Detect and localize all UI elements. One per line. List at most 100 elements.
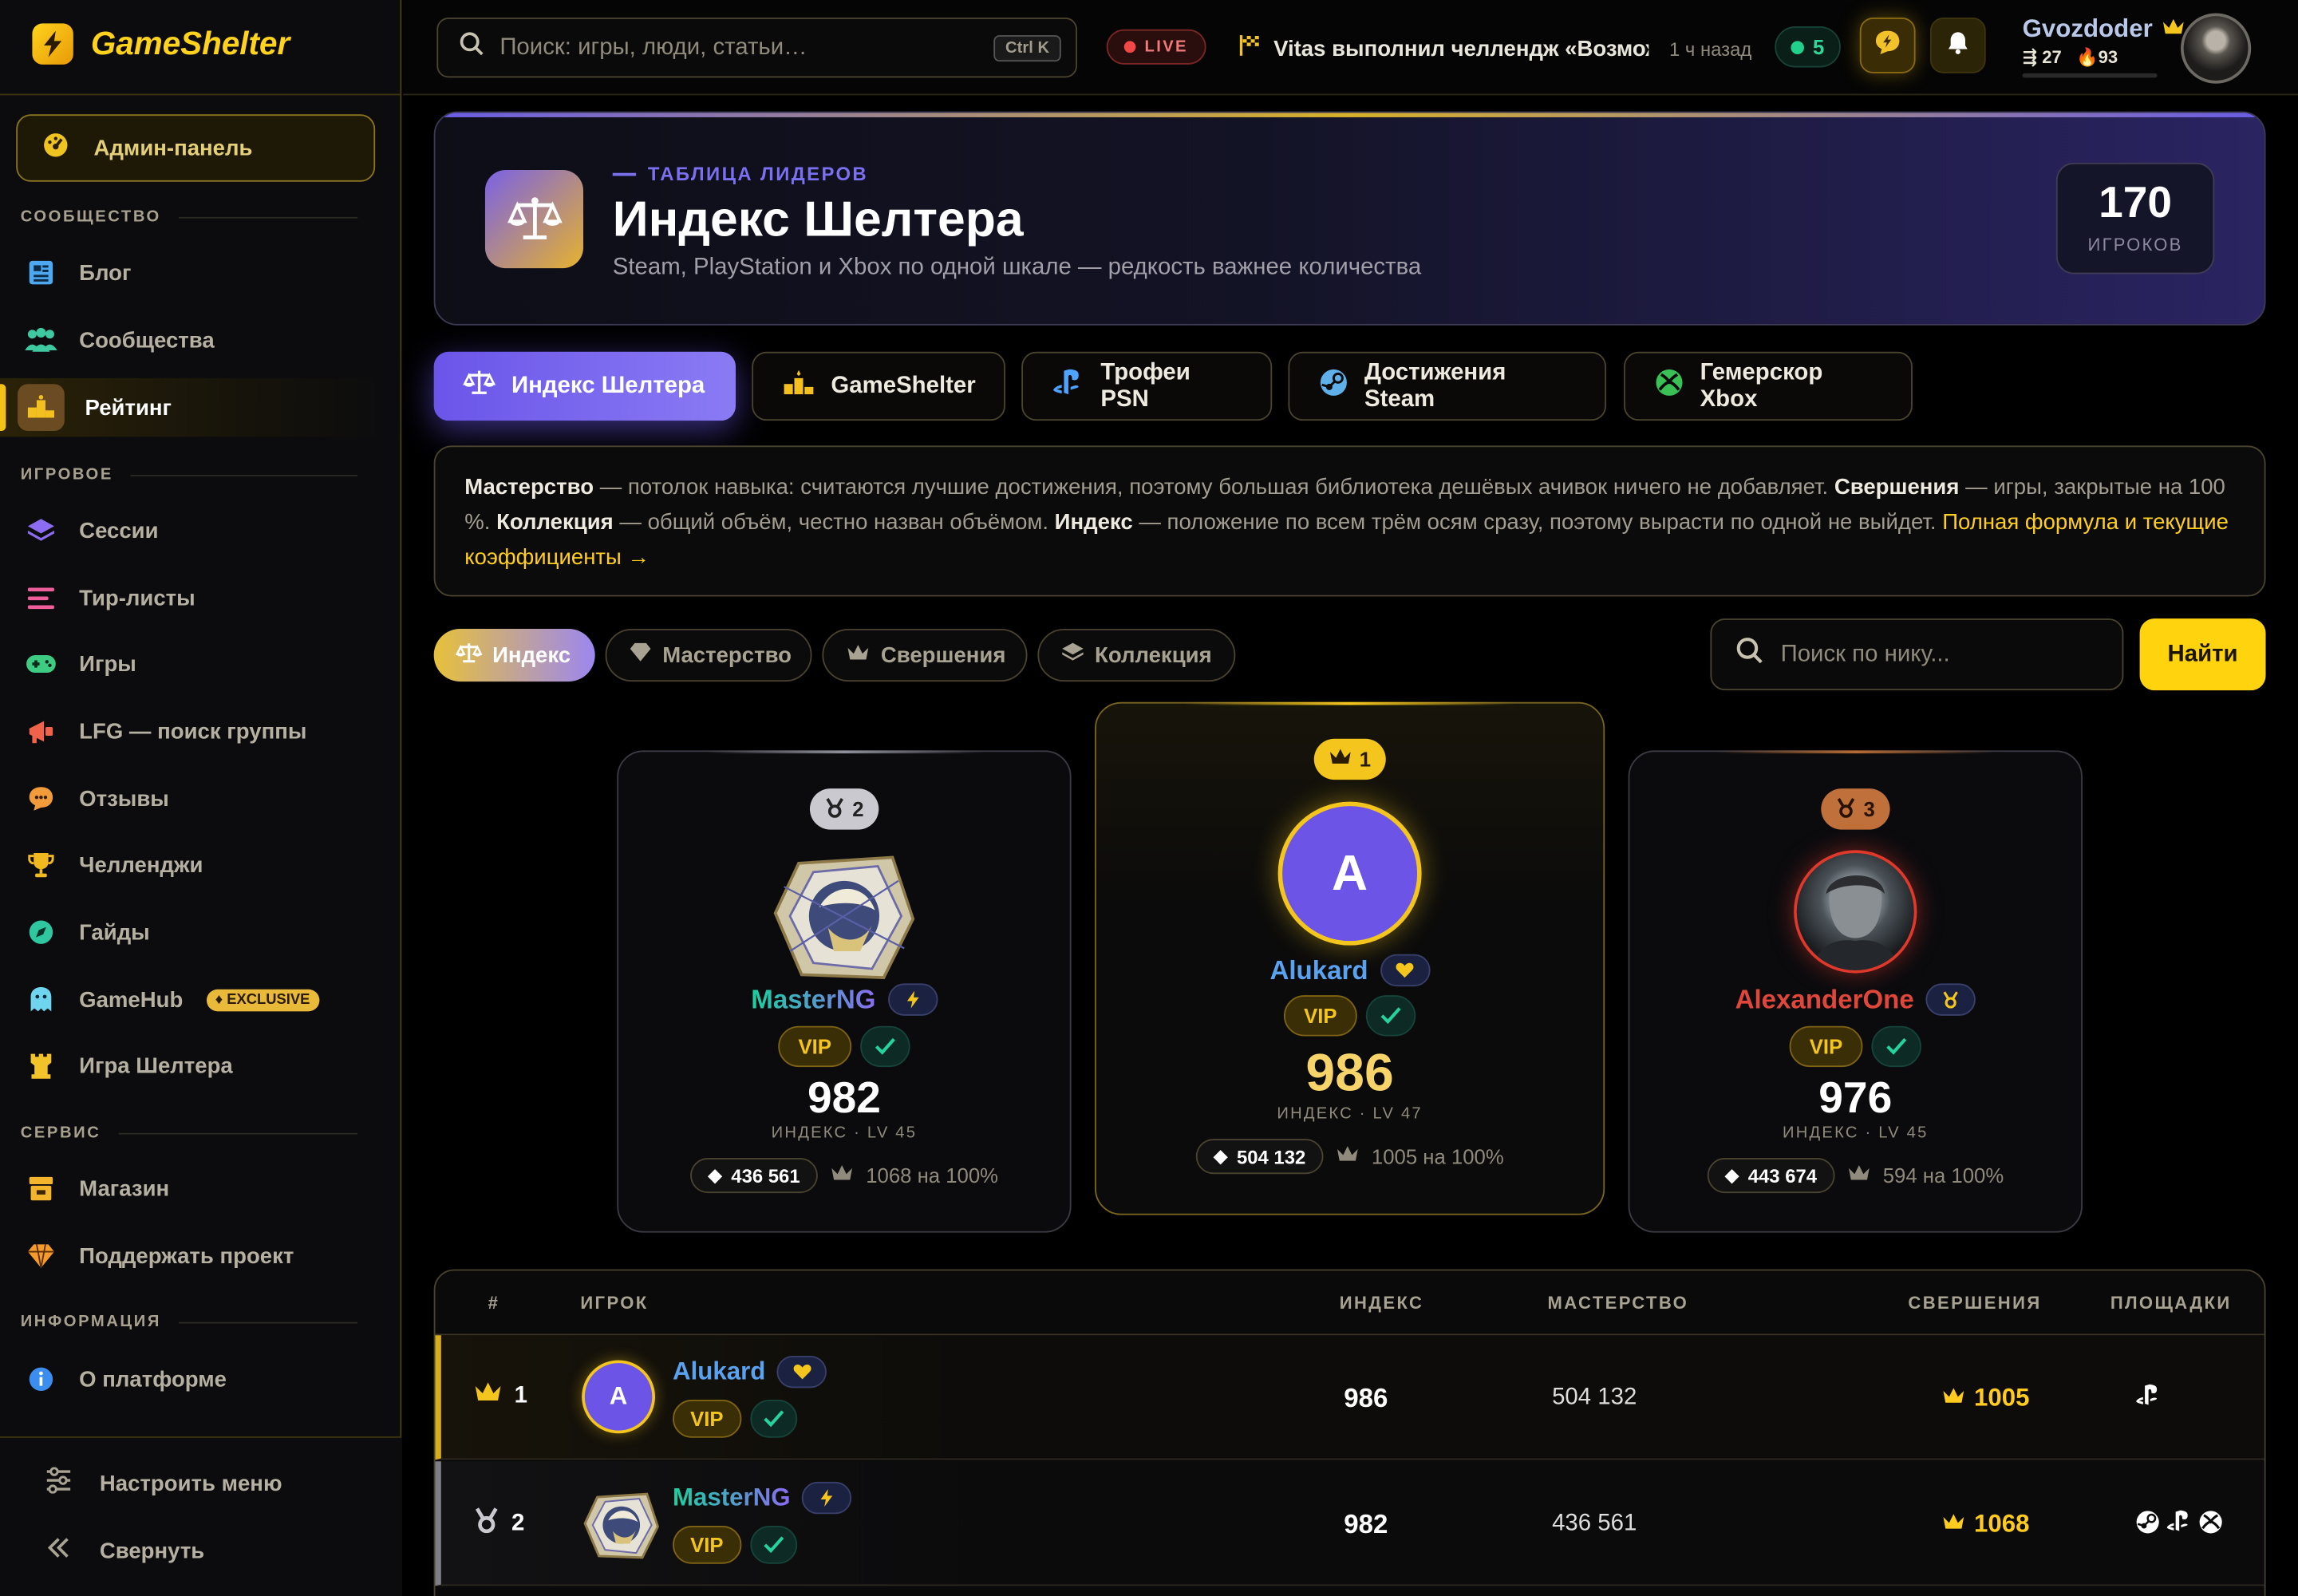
level-progress-bar [2022,73,2158,78]
sidebar-item-shelter-game[interactable]: Игра Шелтера [0,1037,384,1095]
online-count[interactable]: 5 [1775,26,1841,68]
player-name[interactable]: MasterNG [618,983,1070,1016]
sidebar-item-sessions[interactable]: Сессии [0,501,384,559]
sidebar-item-communities[interactable]: Сообщества [0,310,384,369]
admin-label: Админ-панель [93,135,253,161]
customize-menu-button[interactable]: Настроить меню [44,1467,282,1499]
global-search-input[interactable] [499,34,969,61]
sidebar-item-label: Блог [79,260,132,286]
quick-action-button[interactable] [1859,18,1916,73]
tab-shelter-index[interactable]: Индекс Шелтера [433,351,736,421]
completed-stat: 1068 на 100% [866,1163,999,1187]
nick-search-input[interactable] [1780,641,2103,668]
sidebar-item-rating[interactable]: Рейтинг [0,377,385,437]
hero-kicker: ТАБЛИЦА ЛИДЕРОВ [613,163,868,185]
col-completed[interactable]: СВЕРШЕНИЯ [1908,1293,2041,1314]
logo[interactable]: GameShelter [32,23,290,65]
ticker-time: 1 ч назад [1669,38,1752,61]
medal-icon [824,796,845,821]
gauge-icon [41,130,70,165]
ghost-icon [23,982,58,1017]
customize-label: Настроить меню [99,1471,282,1496]
notifications-button[interactable] [1929,18,1986,73]
sidebar-item-guides[interactable]: Гайды [0,903,384,961]
leaderboard-table: # ИГРОК ИНДЕКС МАСТЕРСТВО СВЕРШЕНИЯ ПЛОЩ… [433,1269,2266,1596]
sidebar-item-blog[interactable]: Блог [0,243,384,302]
table-row[interactable]: 2 MasterNG VIP 982 436 561 1068 [435,1461,2264,1586]
layers-icon [23,513,58,548]
index-score: 976 [1818,1074,1893,1123]
sidebar-item-label: Магазин [79,1175,170,1202]
index-label: ИНДЕКС · LV 45 [1783,1124,1929,1142]
mastery-value: 436 561 [1552,1511,1637,1536]
player-name[interactable]: MasterNG [673,1481,852,1515]
table-header: # ИГРОК ИНДЕКС МАСТЕРСТВО СВЕРШЕНИЯ ПЛОЩ… [435,1270,2264,1336]
xbox-icon [2198,1510,2223,1542]
activity-ticker[interactable]: Vitas выполнил челлендж «Возможности» 1 … [1238,34,1825,65]
tab-steam-achievements[interactable]: Достижения Steam [1288,351,1607,421]
page-title: Индекс Шелтера [612,192,1024,248]
newspaper-icon [23,255,58,290]
sidebar-item-lfg[interactable]: LFG — поиск группы [0,702,384,760]
lightning-icon [32,23,73,65]
verified-icon [860,1025,911,1068]
shop-icon [23,1171,58,1207]
section-gaming: ИГРОВОЕ [21,466,357,484]
sidebar-item-challenges[interactable]: Челленджи [0,836,384,894]
section-info: ИНФОРМАЦИЯ [21,1314,357,1331]
podium-icon [783,369,815,403]
tab-gameshelter[interactable]: GameShelter [752,351,1005,421]
player-name[interactable]: Alukard [1096,954,1603,987]
tab-xbox-gamerscore[interactable]: Гемерскор Xbox [1624,351,1913,421]
player-name[interactable]: AlexanderOne [1629,983,2081,1016]
vip-badge: VIP [1283,995,1358,1037]
medal-icon [1836,796,1857,821]
medal-icon [473,1507,499,1540]
steam-icon [1319,368,1348,405]
user-avatar[interactable] [2181,13,2252,84]
steam-icon [2135,1510,2160,1542]
sidebar-item-label: Поддержать проект [79,1243,294,1269]
search-icon [1735,636,1765,673]
diamond-icon [629,642,652,668]
medal-badge-icon [1925,983,1976,1016]
sidebar-item-shop[interactable]: Магазин [0,1159,384,1218]
filter-collection[interactable]: Коллекция [1037,628,1236,682]
tab-psn-trophies[interactable]: Трофеи PSN [1021,351,1273,421]
nick-search[interactable] [1710,618,2124,691]
diamond-icon: ◆ [1213,1144,1228,1167]
sidebar-item-support[interactable]: Поддержать проект [0,1227,384,1285]
sidebar-item-gamehub[interactable]: GameHub ♦ EXCLUSIVE [0,970,384,1029]
sidebar-item-tierlists[interactable]: Тир-листы [0,569,384,627]
avatar [1794,850,1917,974]
filter-index[interactable]: Индекс [433,628,595,682]
collapse-sidebar-button[interactable]: Свернуть [44,1535,204,1566]
podium-card-first[interactable]: 1 A Alukard VIP 986 ИНДЕКС · LV 47 ◆ 504 … [1095,701,1605,1215]
live-badge[interactable]: LIVE [1106,29,1206,65]
vip-badge: VIP [673,1526,741,1564]
sidebar-item-reviews[interactable]: Отзывы [0,769,384,828]
global-search[interactable]: Ctrl K [436,18,1077,78]
podium-card-third[interactable]: 3 AlexanderOne VIP 976 ИНДЕКС · LV 45 ◆ 4… [1628,750,2083,1233]
admin-panel-button[interactable]: Админ-панель [16,114,376,182]
diamond-icon: ◆ [707,1163,723,1186]
avatar[interactable] [582,1486,660,1559]
player-name[interactable]: Alukard [673,1355,827,1389]
find-button[interactable]: Найти [2139,618,2266,691]
heart-badge-icon [776,1355,827,1389]
live-dot-icon [1123,41,1136,53]
sidebar-item-label: Челленджи [79,852,203,878]
section-service: СЕРВИС [21,1124,357,1142]
players-count-card: 170 ИГРОКОВ [2055,162,2215,275]
podium-card-second[interactable]: 2 MasterNG VIP 982 ИНДЕКС · LV 45 ◆ 436 5… [617,750,1072,1233]
user-menu[interactable]: Gvozdoder ⇶ 27 🔥93 [2022,14,2185,78]
filter-mastery[interactable]: Мастерство [605,628,812,682]
sidebar-item-games[interactable]: Игры [0,634,384,693]
index-label: ИНДЕКС · LV 45 [771,1124,918,1142]
avatar[interactable]: A [582,1360,656,1434]
filter-completed[interactable]: Свершения [822,628,1028,682]
sidebar-item-about[interactable]: О платформе [0,1350,384,1408]
col-index[interactable]: ИНДЕКС [1340,1293,1424,1314]
table-row[interactable]: 1 A Alukard VIP 986 504 132 1005 [435,1335,2264,1460]
col-mastery[interactable]: МАСТЕРСТВО [1548,1293,1689,1314]
